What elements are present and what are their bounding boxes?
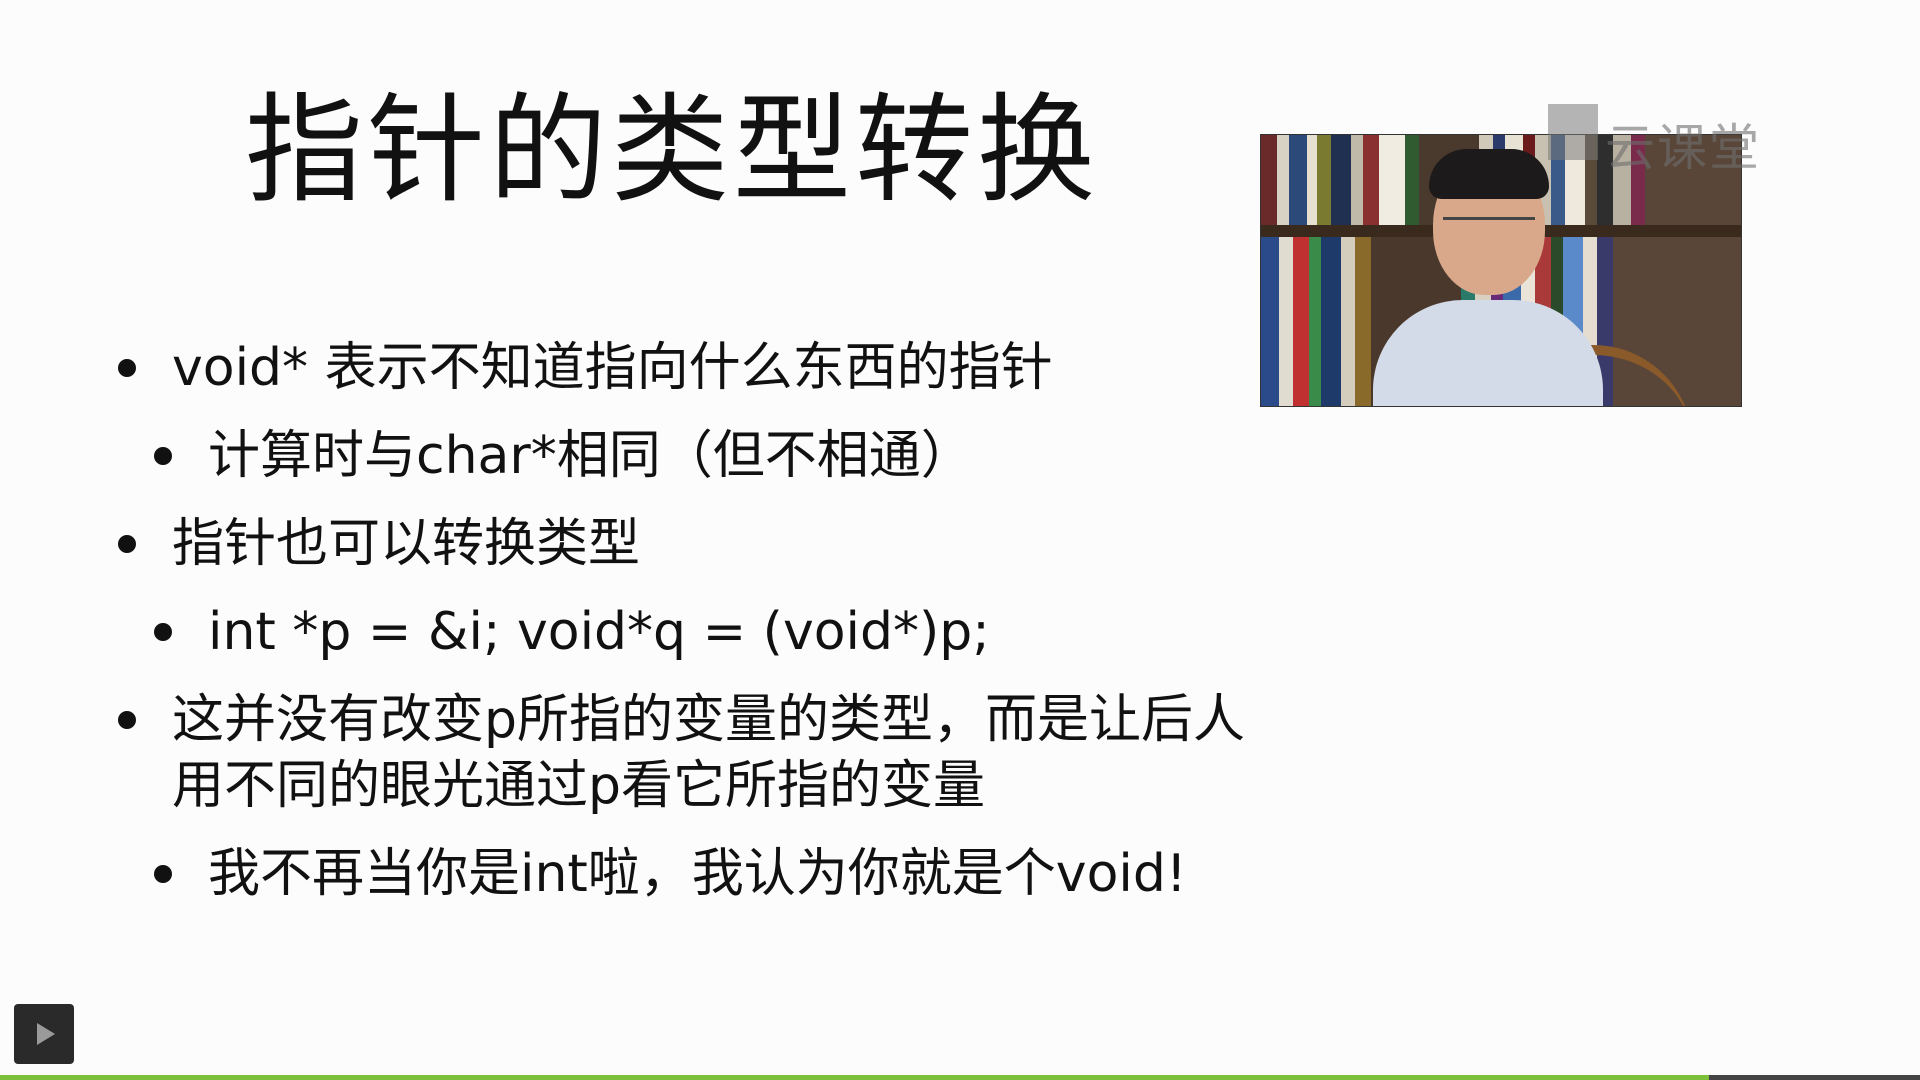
brand-watermark: 云课堂: [1605, 119, 1761, 177]
shirt: [1373, 300, 1603, 406]
progress-bar[interactable]: [0, 1075, 1920, 1080]
bullet-text: 这并没有改变p所指的变量的类型，而是让后人用不同的眼光通过p看它所指的变量: [172, 690, 1246, 816]
slide: 指针的类型转换 void* 表示不知道指向什么东西的指针 计算时与char*相同…: [0, 0, 1920, 1080]
play-button[interactable]: [14, 1004, 74, 1064]
sub-bullet-item: int *p = &i; void*q = (void*)p;: [110, 599, 1270, 665]
bullet-text: 计算时与char*相同（但不相通）: [208, 426, 973, 486]
play-icon: [37, 1023, 55, 1045]
bullet-dot-icon: [154, 865, 172, 883]
sub-bullet-item: 我不再当你是int啦，我认为你就是个void!: [110, 841, 1270, 907]
bullet-text: 指针也可以转换类型: [172, 514, 641, 574]
bullet-list: void* 表示不知道指向什么东西的指针 计算时与char*相同（但不相通） 指…: [110, 335, 1270, 907]
slide-title: 指针的类型转换: [245, 81, 1100, 219]
bullet-text: 我不再当你是int啦，我认为你就是个void!: [208, 844, 1187, 904]
glasses: [1443, 217, 1535, 242]
bullet-item: 指针也可以转换类型: [110, 511, 1270, 577]
bullet-item: void* 表示不知道指向什么东西的指针: [110, 335, 1270, 401]
bullet-dot-icon: [118, 535, 136, 553]
lecturer: [1373, 149, 1693, 406]
bullet-text: int *p = &i; void*q = (void*)p;: [208, 602, 990, 662]
bullet-text: void* 表示不知道指向什么东西的指针: [172, 338, 1053, 398]
hair: [1429, 149, 1549, 199]
bullet-dot-icon: [154, 623, 172, 641]
bullet-dot-icon: [118, 359, 136, 377]
bullet-dot-icon: [154, 447, 172, 465]
brand-logo-icon: [1548, 104, 1598, 160]
progress-bar-fill: [0, 1075, 1709, 1080]
sub-bullet-item: 计算时与char*相同（但不相通）: [110, 423, 1270, 489]
bullet-dot-icon: [118, 711, 136, 729]
bullet-item: 这并没有改变p所指的变量的类型，而是让后人用不同的眼光通过p看它所指的变量: [110, 687, 1270, 819]
